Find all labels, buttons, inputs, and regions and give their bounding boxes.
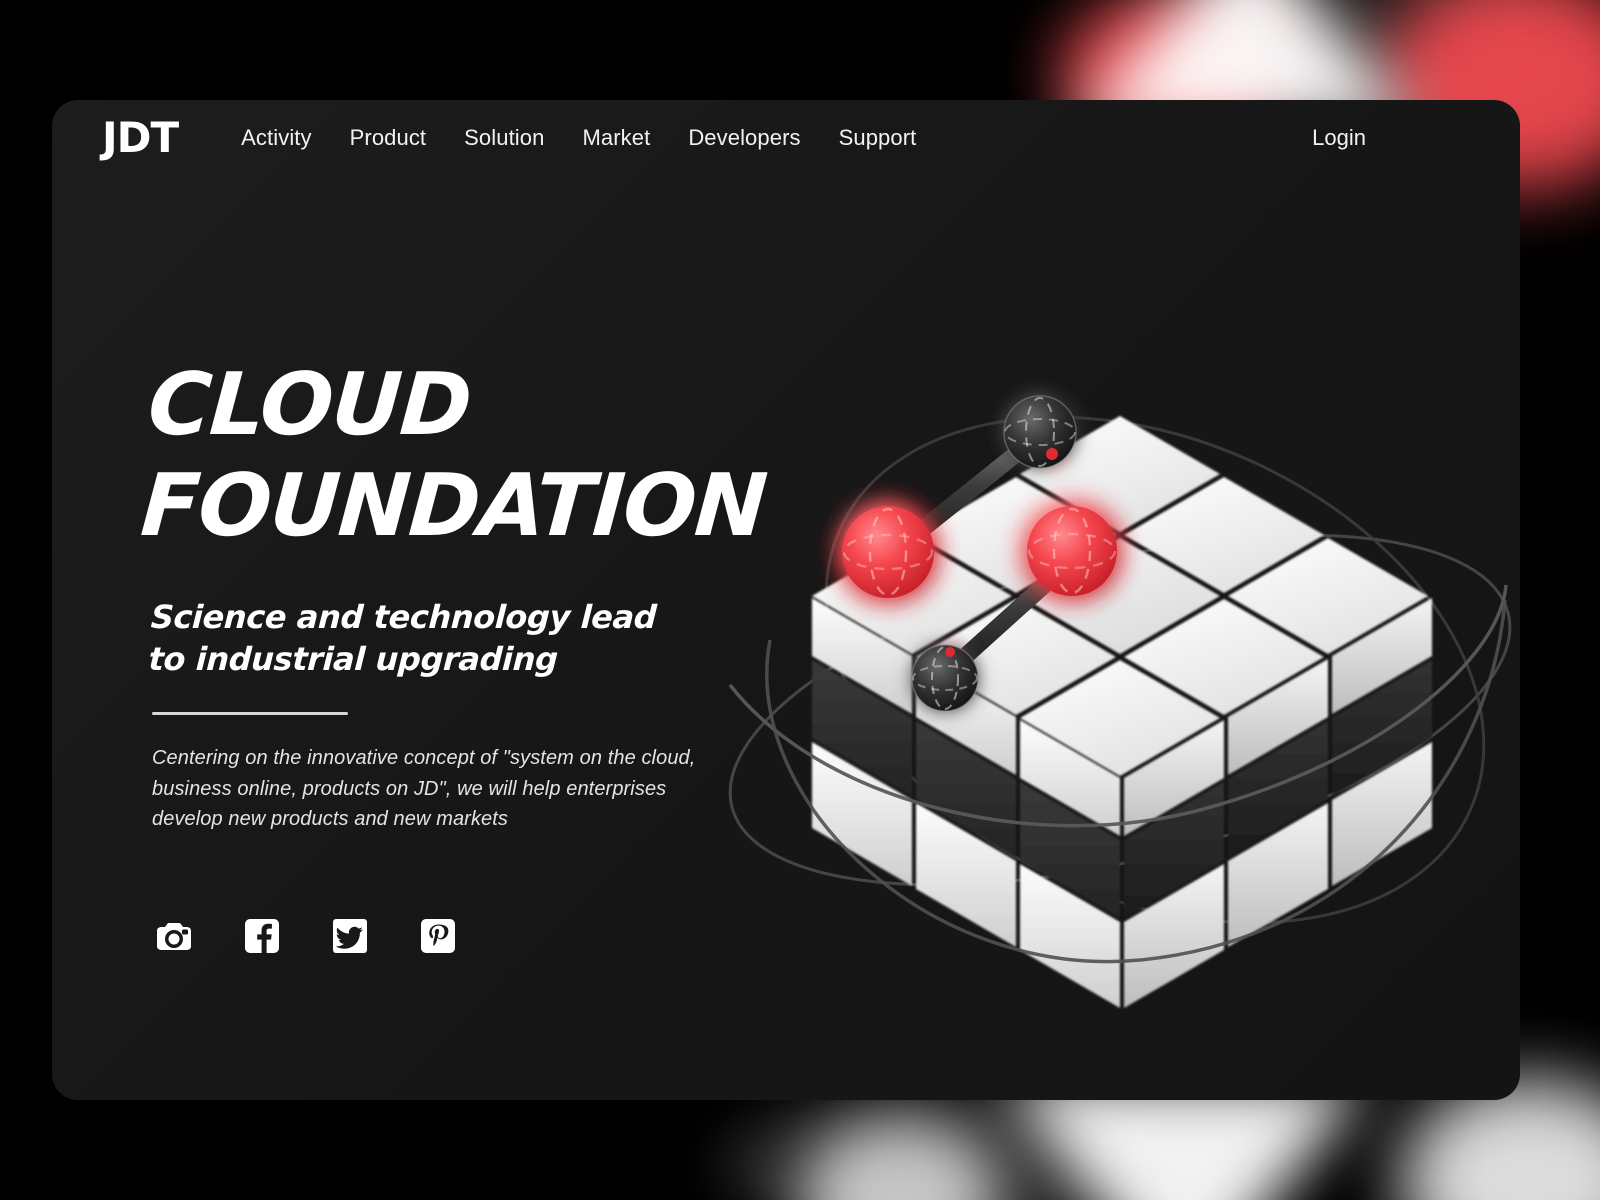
- nav-links: Activity Product Solution Market Develop…: [222, 119, 935, 157]
- brand-logo[interactable]: JDT: [102, 117, 179, 159]
- nav-item-support[interactable]: Support: [820, 119, 936, 157]
- social-links: [152, 914, 460, 958]
- hero-content: CLOUD FOUNDATION Science and technology …: [138, 355, 832, 835]
- hero-description: Centering on the innovative concept of "…: [152, 747, 696, 831]
- nav-item-developers[interactable]: Developers: [669, 119, 819, 157]
- nav-item-market[interactable]: Market: [563, 119, 669, 157]
- page-subtitle-line-2: to industrial upgrading: [147, 640, 559, 679]
- pinterest-icon[interactable]: [416, 914, 460, 958]
- facebook-icon[interactable]: [240, 914, 284, 958]
- login-link[interactable]: Login: [1308, 119, 1370, 156]
- nav-item-product[interactable]: Product: [331, 119, 446, 157]
- nav-item-solution[interactable]: Solution: [445, 119, 563, 157]
- twitter-icon[interactable]: [328, 914, 372, 958]
- instagram-icon[interactable]: [152, 914, 196, 958]
- page-title-line-2: FOUNDATION: [137, 456, 770, 557]
- main-navigation: JDT Activity Product Solution Market Dev…: [102, 112, 1370, 164]
- page-title: CLOUD FOUNDATION: [138, 355, 832, 558]
- nav-right-group: Login: [1308, 125, 1370, 151]
- page-title-line-1: CLOUD: [145, 355, 474, 455]
- divider: [152, 712, 348, 716]
- nav-item-activity[interactable]: Activity: [222, 119, 330, 157]
- page-subtitle-line-1: Science and technology lead: [149, 597, 658, 636]
- page-subtitle: Science and technology lead to industria…: [148, 596, 712, 680]
